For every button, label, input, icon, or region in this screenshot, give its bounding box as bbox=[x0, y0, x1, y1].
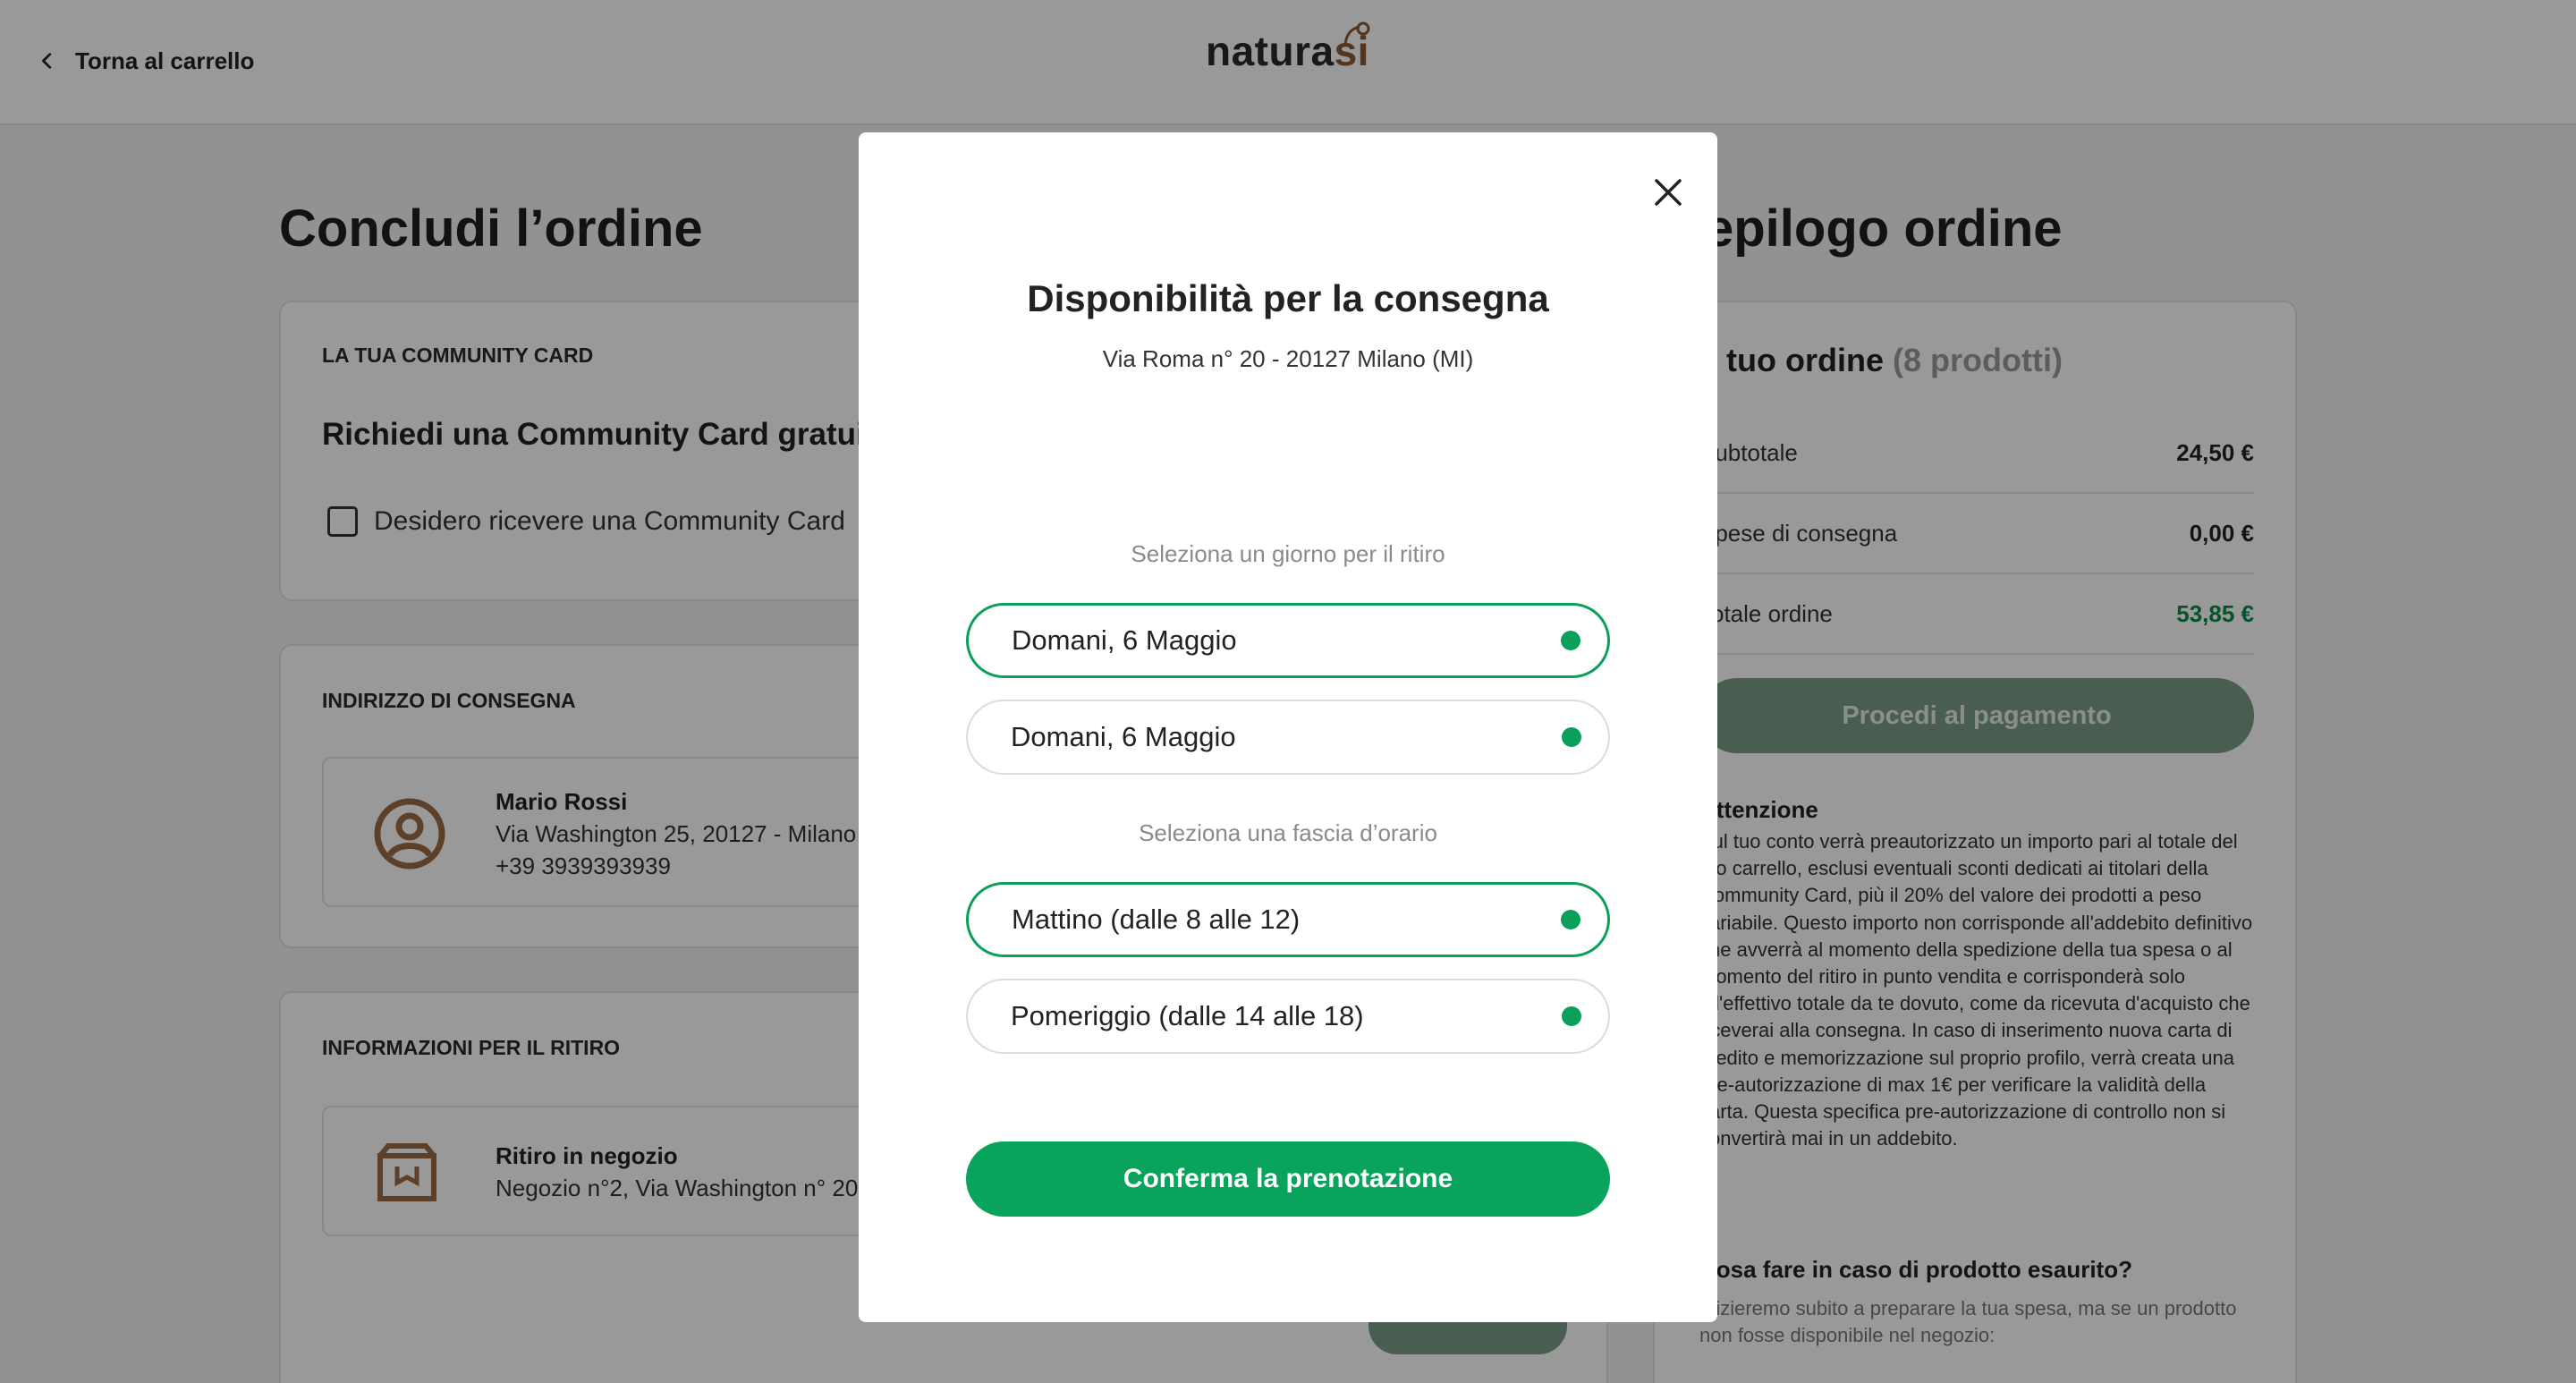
slot-option-afternoon[interactable]: Pomeriggio (dalle 14 alle 18) bbox=[966, 979, 1610, 1054]
modal-address: Via Roma n° 20 - 20127 Milano (MI) bbox=[1102, 345, 1474, 372]
day-option-2-label: Domani, 6 Maggio bbox=[1011, 721, 1236, 752]
delivery-availability-modal: Disponibilità per la consegna Via Roma n… bbox=[859, 132, 1717, 1322]
availability-dot-icon bbox=[1562, 1006, 1581, 1026]
confirm-booking-button[interactable]: Conferma la prenotazione bbox=[966, 1141, 1610, 1217]
close-icon bbox=[1655, 179, 1682, 206]
slot-option-morning[interactable]: Mattino (dalle 8 alle 12) bbox=[966, 882, 1610, 957]
day-option-1[interactable]: Domani, 6 Maggio bbox=[966, 603, 1610, 678]
slot-option-afternoon-label: Pomeriggio (dalle 14 alle 18) bbox=[1011, 1000, 1364, 1031]
day-option-1-label: Domani, 6 Maggio bbox=[1012, 624, 1237, 656]
day-select-label: Seleziona un giorno per il ritiro bbox=[1131, 540, 1445, 567]
availability-dot-icon bbox=[1562, 727, 1581, 747]
availability-dot-icon bbox=[1561, 910, 1580, 929]
modal-title: Disponibilità per la consegna bbox=[1027, 277, 1549, 319]
availability-dot-icon bbox=[1561, 631, 1580, 650]
slot-select-label: Seleziona una fascia d’orario bbox=[1139, 819, 1437, 846]
close-modal-button[interactable] bbox=[1644, 168, 1692, 216]
day-option-2[interactable]: Domani, 6 Maggio bbox=[966, 700, 1610, 775]
slot-option-morning-label: Mattino (dalle 8 alle 12) bbox=[1012, 904, 1301, 935]
